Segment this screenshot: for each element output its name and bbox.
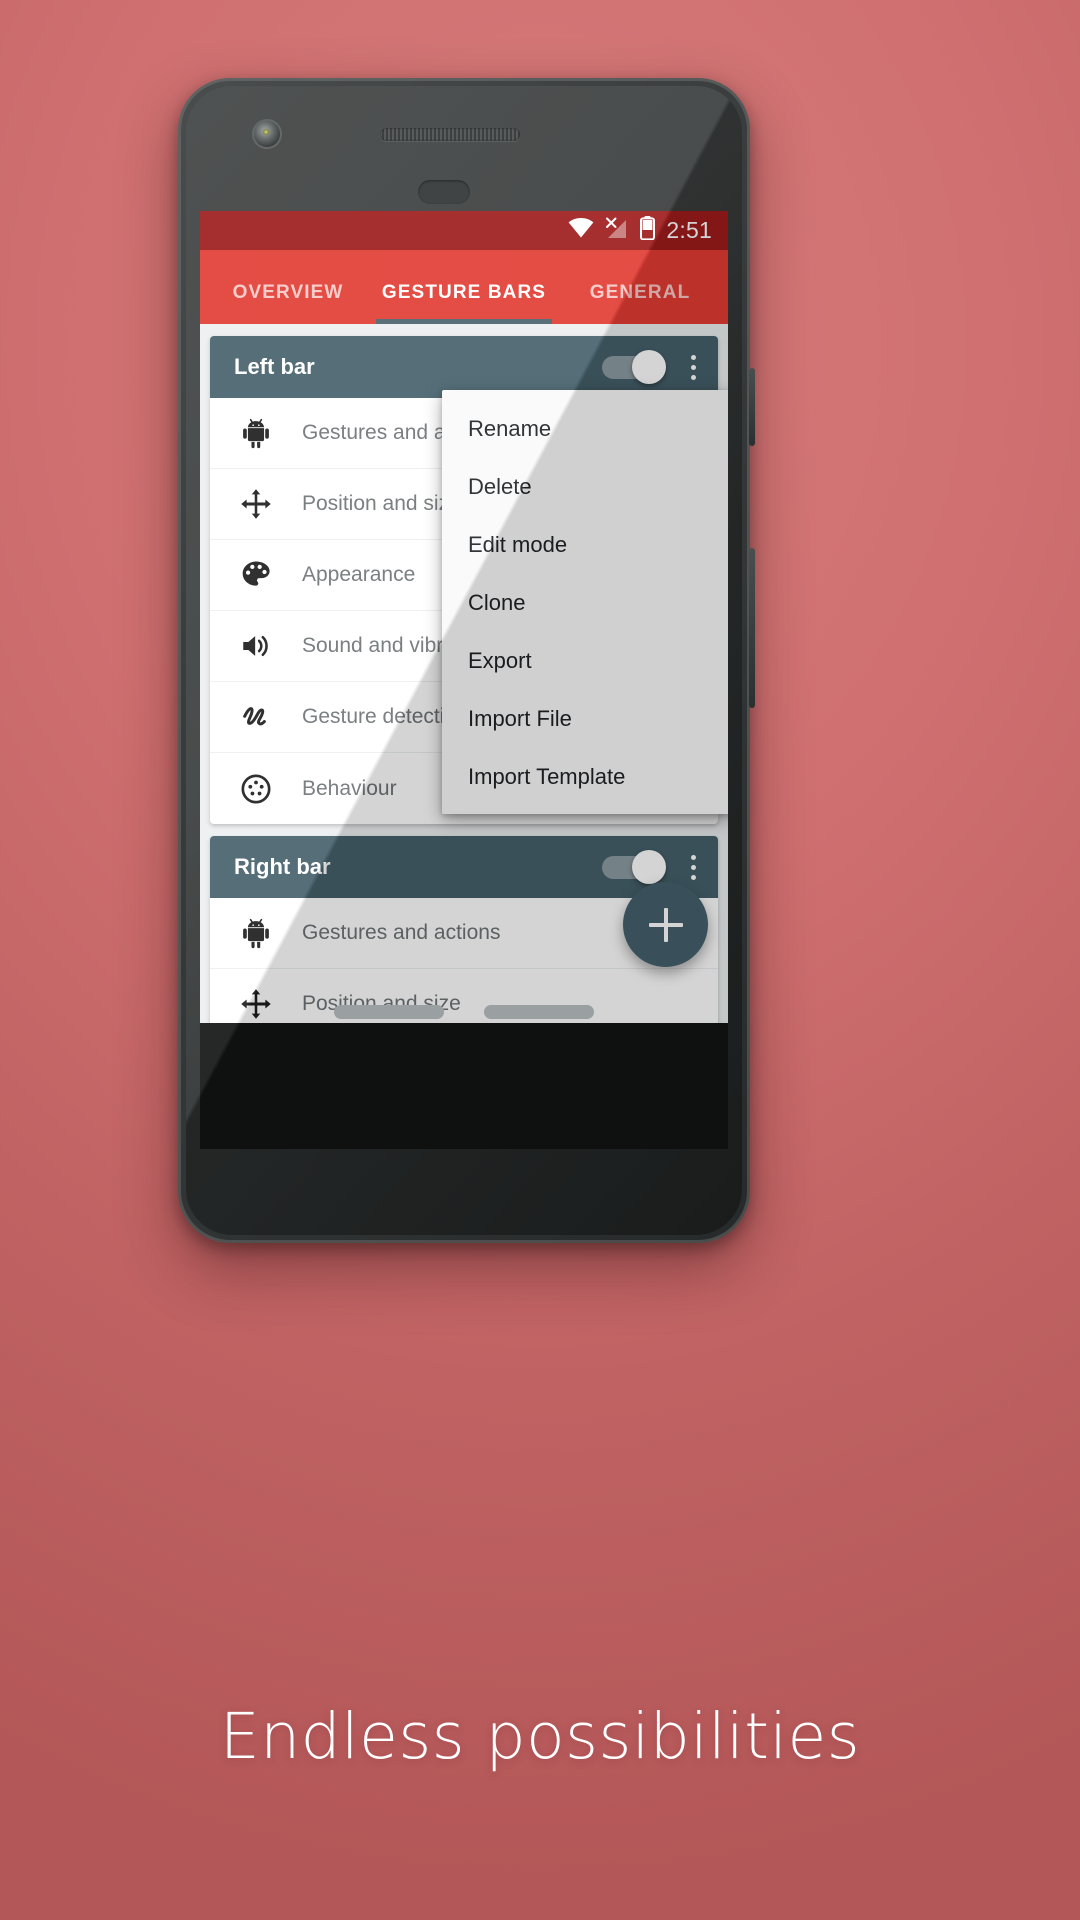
phone-screen: 2:51 OVERVIEW GESTURE BARS GENERAL Left … [200, 211, 728, 1023]
nav-pill-right[interactable] [484, 1005, 594, 1019]
plus-icon [648, 907, 683, 942]
menu-item-delete[interactable]: Delete [442, 458, 728, 516]
overflow-menu-icon[interactable] [678, 351, 708, 384]
android-robot-icon [234, 916, 278, 950]
behaviour-dots-icon [234, 772, 278, 806]
toggle-thumb [632, 350, 666, 384]
list-item-label: Gestures and actions [302, 921, 501, 944]
overflow-menu-icon[interactable] [678, 851, 708, 884]
status-bar-clock: 2:51 [666, 217, 712, 243]
card-header-left-bar: Left bar [210, 336, 718, 398]
palette-icon [234, 558, 278, 592]
gesture-swirl-icon [234, 700, 278, 734]
battery-icon [640, 216, 656, 245]
menu-item-import-template[interactable]: Import Template [442, 748, 728, 806]
menu-item-edit-mode[interactable]: Edit mode [442, 516, 728, 574]
no-sim-signal-icon [605, 217, 629, 244]
android-robot-icon [234, 416, 278, 450]
left-bar-toggle[interactable] [602, 350, 666, 384]
list-item-label: Position and size [302, 492, 461, 515]
tab-bar: OVERVIEW GESTURE BARS GENERAL [200, 250, 728, 324]
toggle-thumb [632, 850, 666, 884]
nav-pill-left[interactable] [334, 1005, 444, 1019]
volume-button[interactable] [749, 548, 755, 708]
list-item-label: Behaviour [302, 776, 397, 800]
tab-overview[interactable]: OVERVIEW [200, 282, 376, 324]
speaker-icon [234, 629, 278, 663]
proximity-sensor [418, 180, 470, 204]
overflow-menu: Rename Delete Edit mode Clone Export Imp… [442, 390, 728, 814]
menu-item-rename[interactable]: Rename [442, 400, 728, 458]
card-title: Left bar [234, 354, 315, 379]
menu-item-export[interactable]: Export [442, 632, 728, 690]
navigation-bar [200, 1001, 728, 1023]
add-fab-button[interactable] [623, 882, 708, 967]
wifi-icon [568, 218, 594, 243]
status-bar: 2:51 [200, 211, 728, 250]
content-area: Left bar Gestures and actions Position a… [200, 324, 728, 1023]
right-bar-toggle[interactable] [602, 850, 666, 884]
menu-item-import-file[interactable]: Import File [442, 690, 728, 748]
move-arrows-icon [234, 487, 278, 521]
menu-item-clone[interactable]: Clone [442, 574, 728, 632]
card-title: Right bar [234, 854, 331, 879]
power-button[interactable] [749, 368, 755, 446]
earpiece-speaker [380, 128, 520, 141]
phone-chin [200, 1023, 728, 1149]
caption-text: Endless possibilities [219, 1700, 861, 1773]
list-item-label: Appearance [302, 563, 416, 586]
front-camera-icon [254, 121, 280, 147]
tab-gesture-bars[interactable]: GESTURE BARS [376, 282, 552, 324]
tab-general[interactable]: GENERAL [552, 282, 728, 324]
phone-device: 2:51 OVERVIEW GESTURE BARS GENERAL Left … [178, 78, 755, 1243]
